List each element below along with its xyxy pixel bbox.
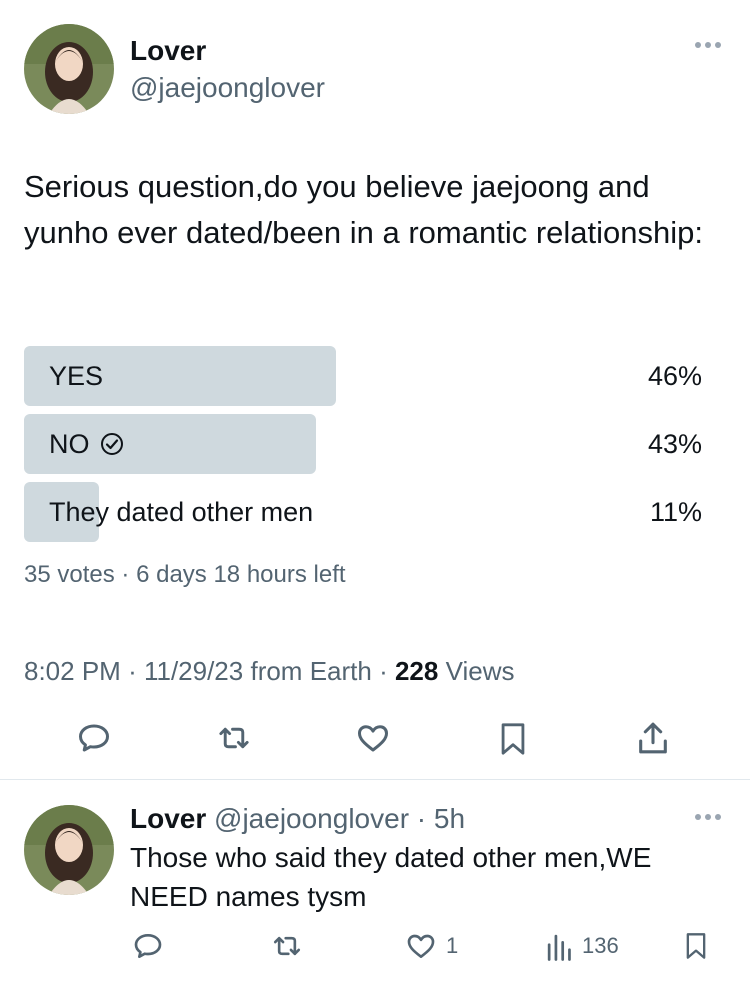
reply-age[interactable]: 5h	[434, 803, 465, 834]
check-circle-icon	[100, 433, 123, 455]
more-dots-icon[interactable]	[694, 40, 722, 50]
bookmark-icon	[686, 933, 706, 959]
poll-option-percent: 46%	[647, 361, 702, 391]
poll-votes: 35 votes	[24, 561, 115, 588]
bookmark-button[interactable]	[496, 720, 530, 758]
retweet-icon	[273, 936, 301, 956]
reply-author-avatar[interactable]	[24, 805, 114, 895]
tweet-date[interactable]: 11/29/23	[144, 656, 243, 686]
reply-button[interactable]	[76, 720, 112, 756]
poll-option-percent: 11%	[649, 497, 702, 527]
poll-option: NO 43%	[24, 414, 702, 474]
reply-bookmark-button[interactable]	[682, 929, 710, 963]
tweet-text: Serious question,do you believe jaejoong…	[24, 169, 703, 250]
reply-icon	[79, 724, 109, 752]
divider	[0, 779, 750, 780]
poll-summary: 35 votes · 6 days 18 hours left	[24, 561, 346, 588]
poll-option: They dated other men 11%	[24, 482, 702, 542]
views-chart-icon	[547, 934, 571, 961]
views-count: 228	[394, 656, 439, 686]
reply-header: Lover @jaejoonglover · 5h	[130, 803, 466, 834]
views-label: Views	[445, 656, 515, 686]
reply-like-count: 1	[446, 933, 459, 958]
reply-author-handle[interactable]: @jaejoonglover	[214, 803, 409, 834]
retweet-icon	[219, 727, 249, 749]
tweet-meta: 8:02 PM · 11/29/23 from Earth · 228 View…	[24, 656, 515, 686]
like-button[interactable]	[354, 720, 392, 756]
tweet-source: from Earth	[250, 656, 372, 686]
retweet-button[interactable]	[215, 720, 253, 756]
poll-option-label: They dated other men	[49, 497, 314, 527]
poll-option-percent: 43%	[647, 429, 702, 459]
author-handle[interactable]: @jaejoonglover	[130, 72, 325, 104]
author-name[interactable]: Lover	[130, 35, 206, 67]
reply-like-button[interactable]: 1	[404, 930, 458, 962]
like-icon	[358, 725, 388, 752]
reply-views-button[interactable]: 136	[544, 930, 619, 962]
tweet-time[interactable]: 8:02 PM	[24, 656, 121, 686]
reply-views-count: 136	[582, 933, 619, 958]
share-button[interactable]	[634, 718, 672, 758]
author-avatar[interactable]	[24, 24, 114, 114]
bookmark-icon	[501, 723, 525, 755]
like-icon	[407, 934, 435, 958]
reply-author-name[interactable]: Lover	[130, 803, 206, 834]
poll-option-label: NO	[49, 414, 124, 474]
poll-time-left: 6 days 18 hours left	[136, 561, 346, 588]
share-icon	[639, 722, 667, 754]
poll-option: YES 46%	[24, 346, 702, 406]
reply-more-dots-icon[interactable]	[694, 812, 722, 822]
reply-reply-button[interactable]	[132, 930, 164, 962]
reply-text: Those who said they dated other men,WE N…	[130, 842, 652, 912]
reply-icon	[134, 934, 162, 958]
reply-retweet-button[interactable]	[270, 930, 304, 962]
poll-option-label: YES	[49, 361, 104, 391]
